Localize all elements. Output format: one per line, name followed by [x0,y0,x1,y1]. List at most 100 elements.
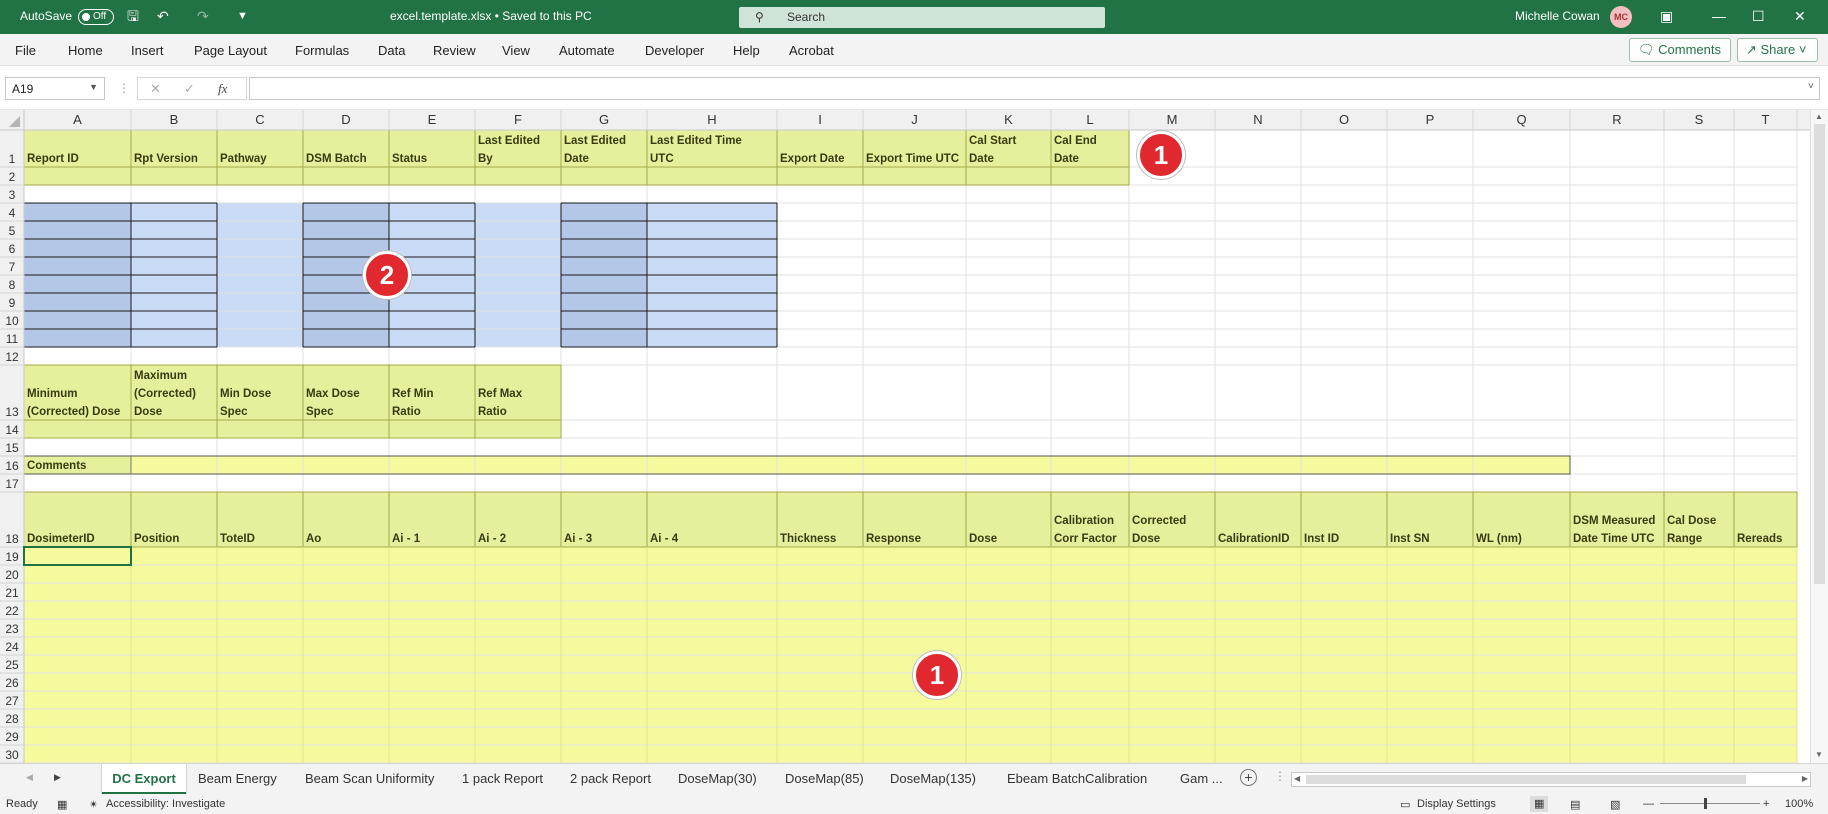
tab-formulas[interactable]: Formulas [295,43,349,58]
row-header-27[interactable]: 27 [5,694,19,708]
page-break-icon[interactable]: ▧ [1610,798,1620,811]
column-header-h[interactable]: H [707,112,716,127]
row-header-28[interactable]: 28 [5,712,19,726]
row-header-29[interactable]: 29 [5,730,19,744]
accessibility-icon[interactable]: ✴ [89,798,98,811]
row-header-5[interactable]: 5 [9,224,16,238]
zoom-slider-thumb[interactable] [1704,798,1707,809]
row-header-16[interactable]: 16 [5,459,19,473]
row-header-20[interactable]: 20 [5,568,19,582]
sheet-tab[interactable]: 2 pack Report [570,764,651,795]
column-header-t[interactable]: T [1762,112,1770,127]
search-box[interactable]: ⚲ Search [739,7,1105,28]
column-header-i[interactable]: I [818,112,822,127]
row-header-12[interactable]: 12 [5,350,19,364]
column-header-a[interactable]: A [73,112,82,127]
undo-icon[interactable]: ↶ [157,8,169,24]
column-header-e[interactable]: E [428,112,437,127]
row-header-22[interactable]: 22 [5,604,19,618]
tab-view[interactable]: View [502,43,530,58]
row-header-26[interactable]: 26 [5,676,19,690]
row-header-3[interactable]: 3 [9,188,16,202]
minimize-icon[interactable]: — [1712,8,1726,24]
zoom-slider[interactable] [1660,803,1760,804]
scroll-thumb[interactable] [1306,775,1746,784]
tab-help[interactable]: Help [733,43,760,58]
save-icon[interactable]: 🖫 [127,8,139,24]
row-header-25[interactable]: 25 [5,658,19,672]
column-header-d[interactable]: D [341,112,350,127]
row-header-11[interactable]: 11 [6,332,19,346]
sheet-tab[interactable]: Gam ... [1180,764,1223,795]
column-header-j[interactable]: J [911,112,918,127]
user-name[interactable]: Michelle Cowan [1515,9,1600,23]
cell-grid[interactable]: A B C D E F G H I J K L M N O P Q R S T12345678910111213141… [0,110,1810,763]
enter-icon[interactable]: ✓ [184,81,195,97]
row-header-9[interactable]: 9 [9,296,16,310]
column-header-q[interactable]: Q [1516,112,1526,127]
tab-data[interactable]: Data [378,43,405,58]
normal-view-icon[interactable]: ▦ [1530,796,1549,812]
document-title[interactable]: excel.template.xlsx • Saved to this PC [390,9,592,23]
share-button[interactable]: ↗ Share ˅ [1737,38,1818,62]
tab-insert[interactable]: Insert [131,43,164,58]
row-header-14[interactable]: 14 [5,423,19,437]
row-header-21[interactable]: 21 [5,586,19,600]
horizontal-scrollbar[interactable]: ◀ ▶ [1291,772,1811,787]
scroll-left-icon[interactable]: ◀ [1294,774,1300,783]
tab-developer[interactable]: Developer [645,43,704,58]
expand-formula-icon[interactable]: ˅ [1808,81,1814,92]
row-header-4[interactable]: 4 [9,206,16,220]
add-sheet-icon[interactable]: + [1240,769,1257,786]
row-header-30[interactable]: 30 [5,748,19,762]
sheet-tab[interactable]: 1 pack Report [462,764,543,795]
sheet-tab[interactable]: Beam Scan Uniformity [305,764,434,795]
macro-icon[interactable]: ▦ [57,798,67,811]
display-settings[interactable]: Display Settings [1417,798,1496,810]
row-header-18[interactable]: 18 [5,532,19,546]
row-header-1[interactable]: 1 [9,152,16,166]
prev-sheet-icon[interactable]: ◀ [26,772,33,783]
zoom-in-icon[interactable]: + [1763,798,1769,810]
customize-qat-icon[interactable]: ▼ [237,8,248,24]
tab-acrobat[interactable]: Acrobat [789,43,834,58]
column-header-g[interactable]: G [599,112,609,127]
maximize-icon[interactable]: ☐ [1752,8,1765,24]
row-header-10[interactable]: 10 [5,314,19,328]
tab-review[interactable]: Review [433,43,476,58]
formula-input[interactable] [249,77,1820,100]
column-header-b[interactable]: B [170,112,179,127]
row-header-19[interactable]: 19 [5,550,19,564]
chevron-down-icon[interactable]: ▼ [89,82,98,92]
tab-page-layout[interactable]: Page Layout [194,43,267,58]
row-header-6[interactable]: 6 [9,242,16,256]
sheet-tab-dc-export[interactable]: DC Export [102,764,186,795]
zoom-out-icon[interactable]: — [1643,798,1654,810]
ribbon-display-icon[interactable]: ▣ [1660,8,1673,24]
tab-automate[interactable]: Automate [559,43,615,58]
column-header-s[interactable]: S [1695,112,1704,127]
sheet-tab[interactable]: DoseMap(85) [785,764,864,795]
redo-icon[interactable]: ↷ [197,8,209,24]
next-sheet-icon[interactable]: ▶ [54,772,61,783]
row-header-13[interactable]: 13 [5,405,19,419]
column-header-c[interactable]: C [255,112,264,127]
row-header-7[interactable]: 7 [9,260,16,274]
display-settings-icon[interactable]: ▭ [1400,798,1410,811]
accessibility-status[interactable]: Accessibility: Investigate [106,798,225,810]
tab-home[interactable]: Home [68,43,103,58]
column-header-k[interactable]: K [1004,112,1013,127]
row-header-23[interactable]: 23 [5,622,19,636]
sheet-tab[interactable]: DoseMap(30) [678,764,757,795]
name-box[interactable]: A19 ▼ [5,77,105,100]
scroll-right-icon[interactable]: ▶ [1802,774,1808,783]
row-header-2[interactable]: 2 [9,170,16,184]
column-header-p[interactable]: P [1426,112,1435,127]
column-header-r[interactable]: R [1612,112,1621,127]
sheet-tab[interactable]: Ebeam BatchCalibration [1007,764,1147,795]
cancel-icon[interactable]: ✕ [150,81,161,97]
row-header-24[interactable]: 24 [5,640,19,654]
autosave-toggle[interactable]: Off [78,9,114,25]
tab-file[interactable]: File [15,43,36,58]
scroll-down-icon[interactable]: ▼ [1815,750,1823,759]
